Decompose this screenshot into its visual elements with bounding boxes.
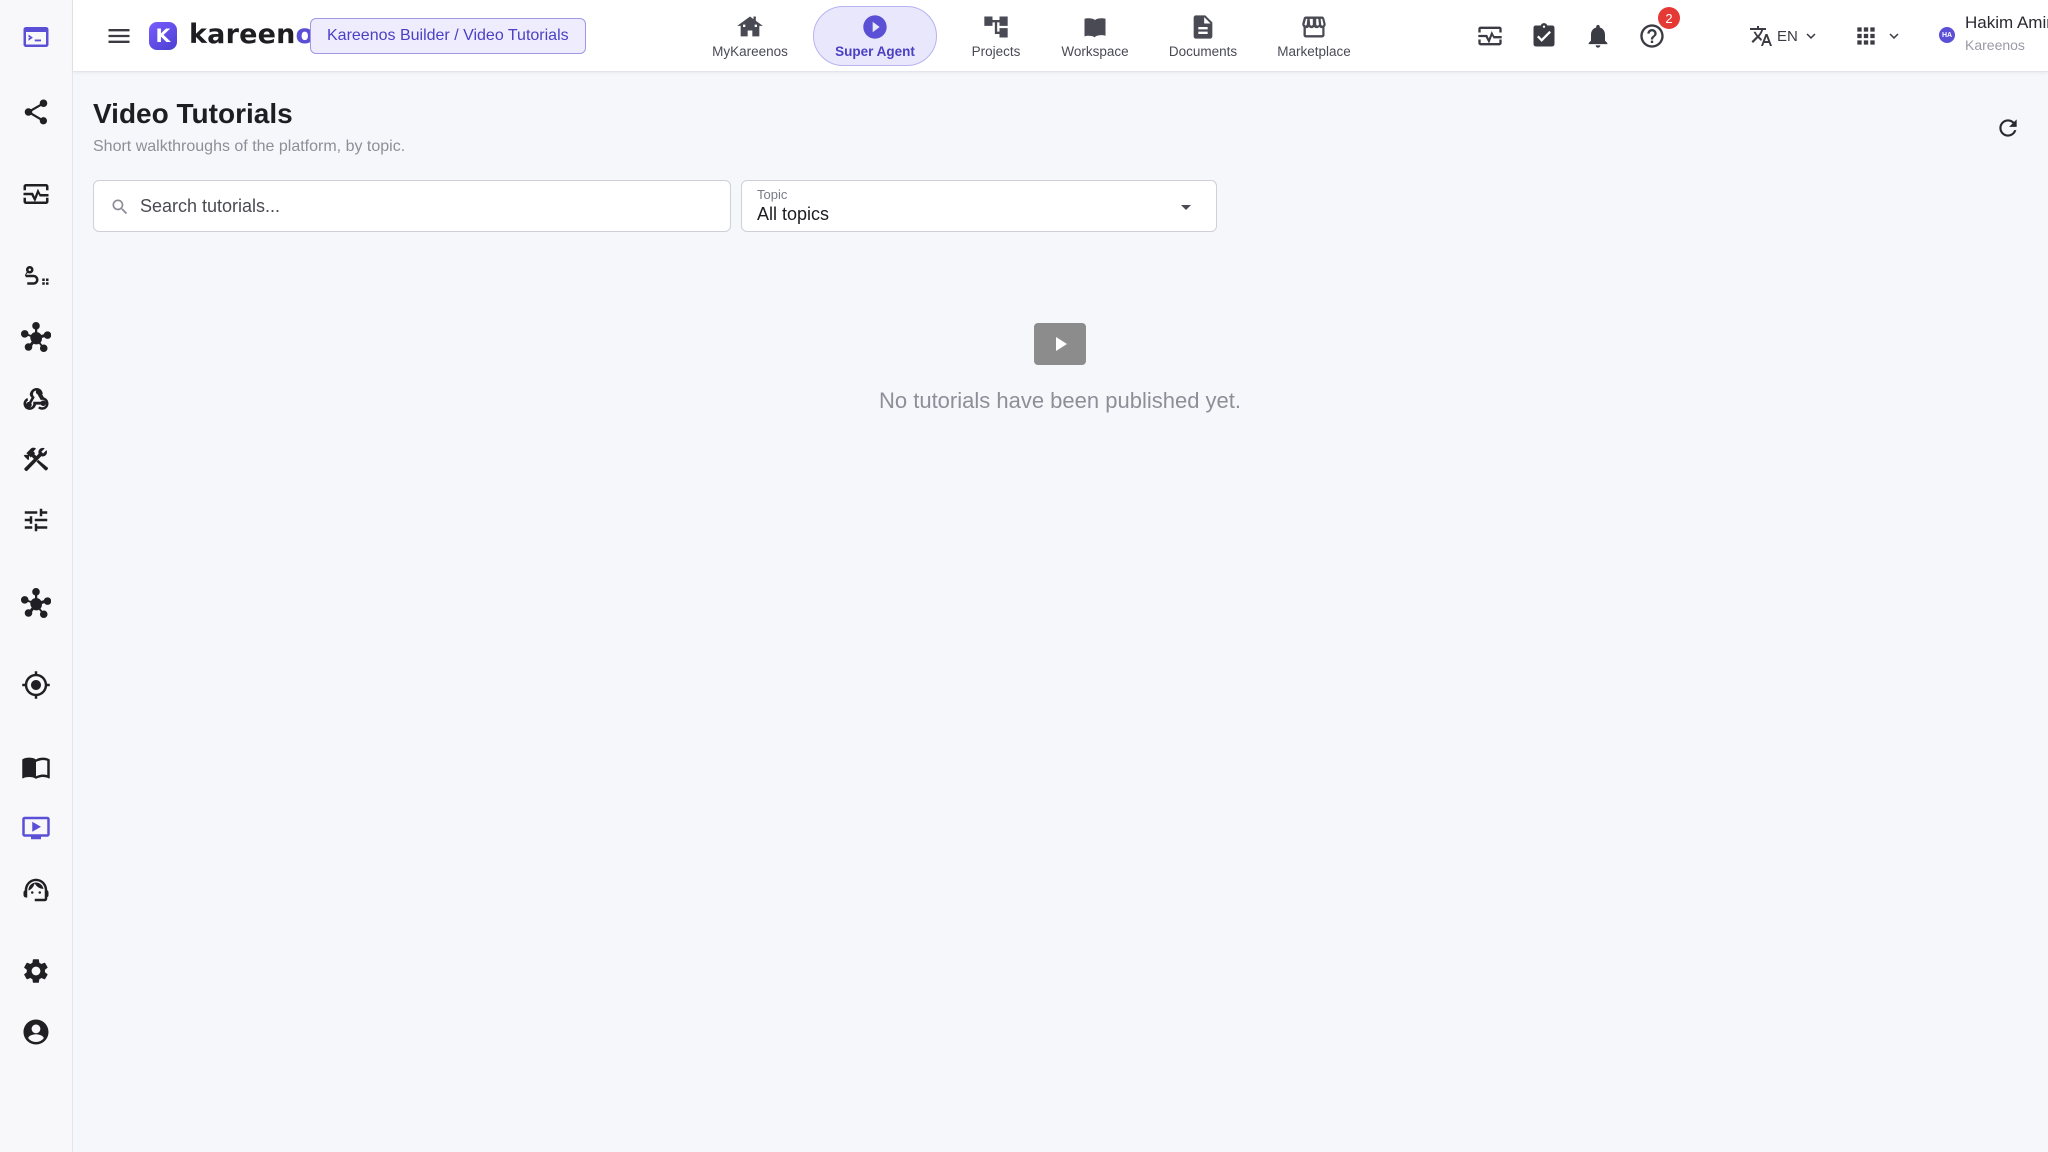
top-bar: K kareenos Kareenos Builder / Video Tuto… (73, 0, 2048, 72)
hamburger-menu-icon (108, 29, 130, 43)
logo-text-part1: kareen (189, 19, 296, 50)
tasks-button[interactable] (1528, 20, 1560, 52)
topic-select[interactable]: Topic All topics (741, 180, 1217, 232)
sidebar-item-hub-2[interactable] (0, 575, 72, 631)
nav-workspace[interactable]: Workspace (1045, 6, 1145, 66)
page-subtitle: Short walkthroughs of the platform, by t… (93, 138, 406, 155)
hub-icon (21, 322, 51, 352)
nav-label: Super Agent (835, 44, 915, 59)
nav-documents[interactable]: Documents (1148, 6, 1258, 66)
account-icon (23, 1019, 49, 1045)
video-library-icon (22, 816, 50, 840)
home-icon (737, 16, 763, 37)
search-icon (112, 199, 128, 215)
sidebar-item-target[interactable] (0, 657, 72, 713)
terminal-icon (23, 27, 49, 47)
nav-label: Marketplace (1277, 44, 1351, 59)
translate-icon (1750, 26, 1772, 46)
breadcrumb[interactable]: Kareenos Builder / Video Tutorials (310, 18, 586, 54)
book-open-icon (1084, 18, 1106, 38)
menu-button[interactable] (103, 20, 135, 52)
book-icon (22, 757, 50, 779)
sidebar-item-monitoring[interactable] (0, 166, 72, 222)
empty-state-message: No tutorials have been published yet. (878, 388, 1241, 413)
sidebar-item-video-tutorials[interactable] (0, 800, 72, 856)
avatar: HA (1939, 27, 1955, 43)
user-organization: Kareenos (1965, 37, 2025, 53)
sidebar-item-support[interactable] (0, 862, 72, 918)
nav-label: Documents (1168, 44, 1238, 59)
hub-icon (21, 588, 51, 618)
app-switcher[interactable] (1853, 20, 1903, 52)
play-icon (1056, 337, 1067, 351)
nav-super-agent[interactable]: Super Agent (813, 6, 937, 66)
sidebar-item-hub[interactable] (0, 309, 72, 365)
sidebar-item-terminal[interactable] (0, 9, 72, 65)
nav-label: MyKareenos (712, 44, 788, 59)
user-menu[interactable]: HA Hakim Amir Kareenos (1939, 10, 2048, 62)
monitor-heart-icon (1478, 26, 1502, 46)
language-selector[interactable]: EN (1749, 20, 1820, 52)
user-name: Hakim Amir (1965, 13, 2048, 32)
play-circle-icon (863, 15, 887, 39)
hierarchy-icon (984, 16, 1008, 38)
chevron-down-icon (1889, 33, 1899, 39)
chevron-down-icon (1806, 33, 1816, 39)
caret-down-icon (1181, 205, 1191, 210)
language-code: EN (1777, 27, 1798, 45)
nav-marketplace[interactable]: Marketplace (1259, 6, 1369, 66)
search-input[interactable] (140, 181, 720, 231)
logo-mark[interactable]: K (149, 22, 177, 50)
monitor-heart-icon (23, 184, 49, 204)
notifications-button[interactable] (1582, 20, 1614, 52)
tools-icon (23, 447, 48, 472)
nav-label: Workspace (1061, 44, 1129, 59)
sidebar-item-tools[interactable] (0, 431, 72, 487)
route-icon (24, 266, 49, 285)
sidebar-item-docs[interactable] (0, 739, 72, 795)
bell-icon (1588, 24, 1608, 48)
help-button[interactable] (1636, 20, 1668, 52)
refresh-button[interactable] (1992, 112, 2024, 144)
storefront-icon (1302, 16, 1326, 38)
grid-apps-icon (1857, 27, 1875, 45)
support-agent-icon (23, 878, 49, 902)
left-sidebar (0, 0, 73, 1152)
sidebar-item-routing[interactable] (0, 248, 72, 304)
target-icon (22, 671, 50, 699)
sidebar-item-tune[interactable] (0, 492, 72, 548)
refresh-icon (1999, 119, 2017, 137)
monitoring-button[interactable] (1474, 20, 1506, 52)
nav-label: Projects (971, 44, 1021, 59)
help-circle-icon (1640, 24, 1664, 48)
nav-projects[interactable]: Projects (951, 6, 1041, 66)
page-title: Video Tutorials (93, 98, 293, 129)
share-icon (24, 99, 48, 125)
logo-mark-letter: K (155, 25, 171, 47)
search-field[interactable] (93, 180, 731, 232)
sidebar-item-account[interactable] (0, 1004, 72, 1060)
clipboard-check-icon (1533, 23, 1555, 47)
sidebar-item-share[interactable] (0, 84, 72, 140)
nav-mykareenos[interactable]: MyKareenos (698, 6, 802, 66)
tune-icon (24, 508, 48, 532)
topic-label: Topic (757, 187, 788, 202)
topic-value: All topics (757, 204, 830, 224)
sidebar-item-settings[interactable] (0, 943, 72, 999)
document-icon (1193, 15, 1213, 39)
video-placeholder-icon (1034, 323, 1086, 365)
settings-icon (24, 959, 48, 983)
